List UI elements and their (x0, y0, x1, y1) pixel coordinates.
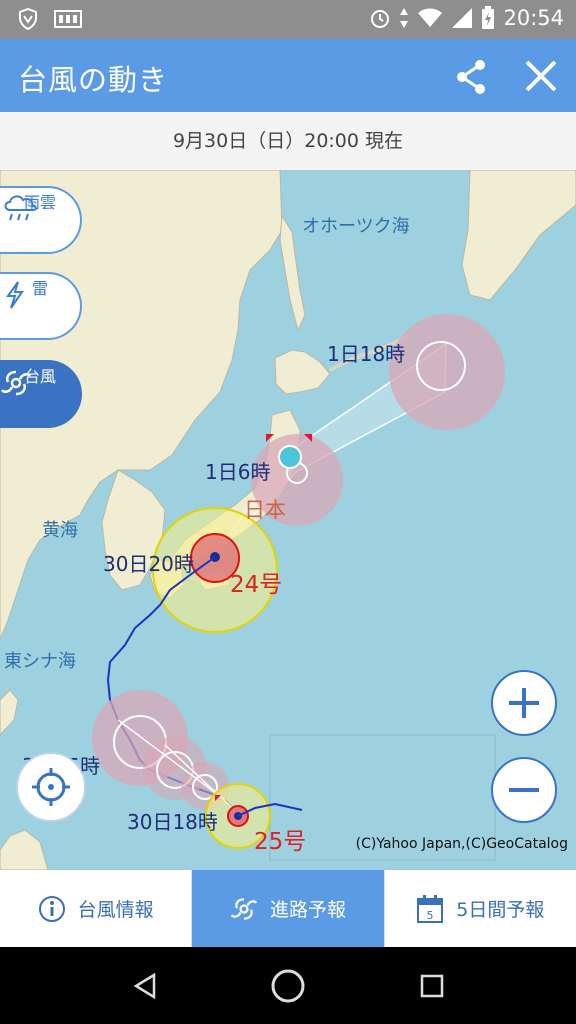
system-nav-bar (0, 947, 576, 1024)
svg-text:5: 5 (427, 909, 434, 922)
locate-button[interactable] (16, 752, 86, 822)
layer-typhoon-button[interactable]: 台風 (0, 360, 82, 428)
rain-cloud-icon (4, 195, 37, 221)
alarm-icon (371, 10, 390, 28)
tab-forecast-track[interactable]: 進路予報 (192, 870, 385, 947)
recents-icon[interactable] (420, 974, 444, 998)
typhoon-25-label[interactable]: 25号 (254, 822, 306, 856)
time-label-30d20: 30日20時 (103, 552, 194, 576)
wifi-icon (418, 8, 443, 27)
notification-icon (54, 10, 82, 28)
typhoon-icon (230, 897, 258, 920)
crosshair-icon (32, 768, 70, 806)
time-label-1d6: 1日6時 (205, 460, 271, 484)
tab-typhoon-info-label: 台風情報 (77, 899, 154, 921)
plus-icon (509, 688, 539, 718)
share-icon[interactable] (452, 57, 492, 97)
close-icon[interactable] (521, 56, 561, 96)
current-time-bar: 9月30日（日）20:00 現在 (0, 112, 576, 171)
land-kamchatka (461, 170, 576, 301)
tab-forecast-track-label: 進路予報 (269, 899, 346, 921)
typhoon-icon (0, 370, 32, 396)
zoom-in-button[interactable] (491, 670, 557, 736)
map-copyright: (C)Yahoo Japan,(C)GeoCatalog (355, 836, 568, 852)
tab-typhoon-info[interactable]: 台風情報 (0, 870, 193, 947)
data-arrows-icon (400, 8, 409, 28)
clock-time: 20:54 (503, 6, 564, 30)
info-icon (38, 895, 65, 922)
zoom-out-button[interactable] (491, 757, 557, 823)
sea-label-east-china: 東シナ海 (4, 651, 76, 672)
time-label-30d18: 30日18時 (127, 810, 218, 834)
back-icon[interactable] (130, 971, 160, 1001)
bottom-tab-bar: 台風情報 進路予報 5 5日間予報 (0, 870, 576, 947)
sea-label-yellow: 黄海 (42, 520, 78, 541)
status-bar: 20:54 (0, 0, 576, 39)
typhoon-24-label[interactable]: 24号 (230, 565, 282, 599)
app-bar: 台風の動き (0, 39, 576, 112)
land-hokkaido (274, 349, 331, 395)
sea-label-okhotsk: オホーツク海 (302, 216, 410, 237)
time-label-1d18: 1日18時 (327, 342, 406, 366)
minus-icon (509, 788, 539, 792)
layer-rain-button[interactable]: 雨雲 (0, 186, 82, 254)
land-philippines (0, 829, 49, 870)
tab-5day-forecast-label: 5日間予報 (456, 899, 545, 921)
signal-icon (452, 8, 473, 28)
layer-thunder-button[interactable]: 雷 (0, 272, 82, 340)
tab-5day-forecast[interactable]: 5 5日間予報 (385, 870, 576, 947)
land-label-japan: 日本 (244, 498, 286, 522)
calendar-icon: 5 (417, 894, 444, 923)
page-title: 台風の動き (18, 63, 169, 97)
battery-icon (482, 6, 495, 29)
lightning-icon (6, 281, 24, 309)
home-icon[interactable] (270, 968, 306, 1004)
typhoon-map[interactable]: オホーツク海 黄海 東シナ海 日本 1日18時 1日6時 30日20時 3日15… (0, 170, 576, 870)
land-taiwan (0, 689, 19, 736)
shield-icon (19, 8, 37, 30)
